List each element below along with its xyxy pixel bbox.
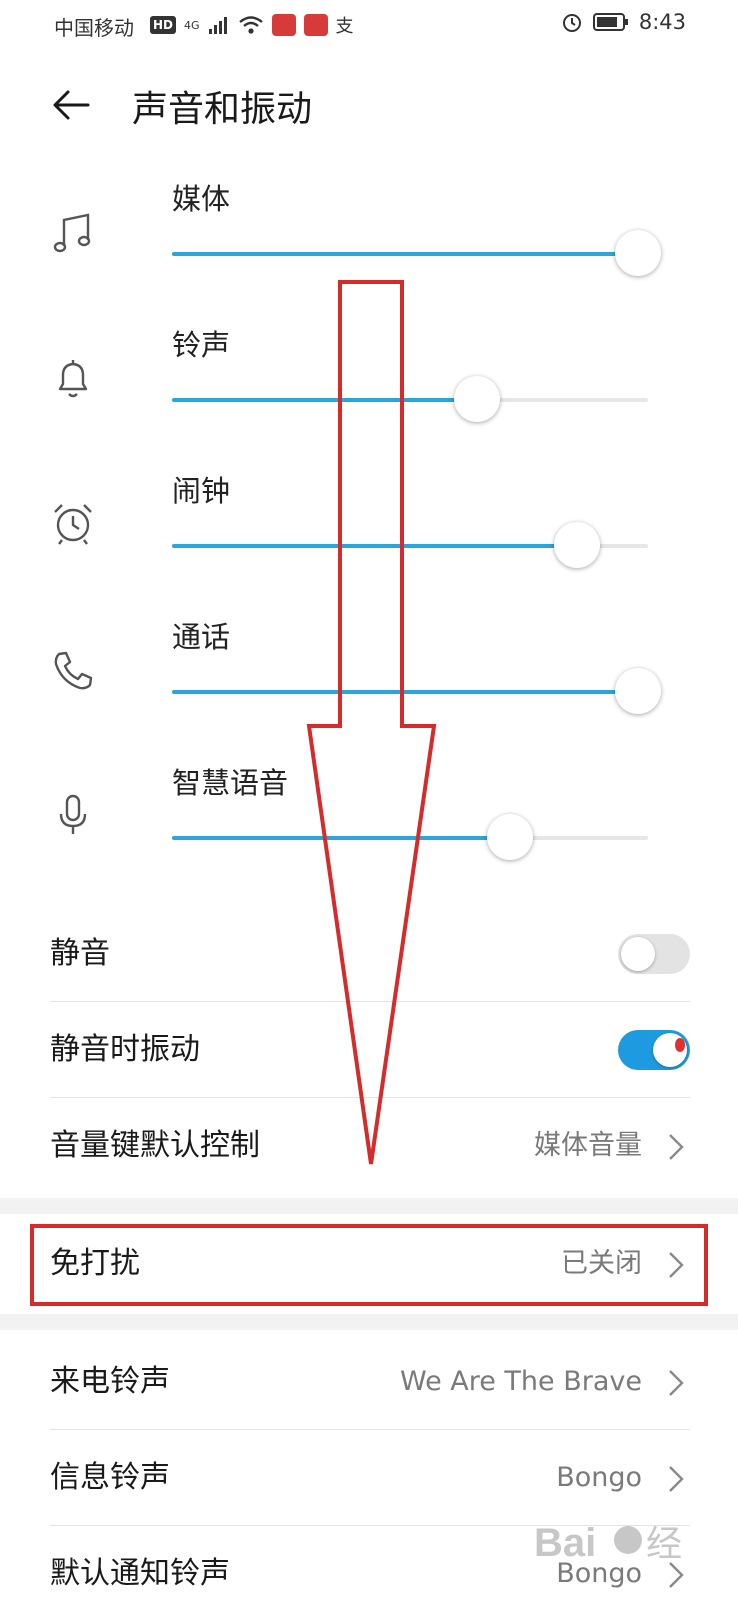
baidu-watermark-logo: Bai 经 <box>534 1521 682 1565</box>
svg-text:Bai: Bai <box>534 1521 596 1565</box>
annotation-arrow <box>306 280 437 1165</box>
svg-text:经: 经 <box>646 1523 682 1564</box>
down-arrow-shape <box>306 280 437 1165</box>
